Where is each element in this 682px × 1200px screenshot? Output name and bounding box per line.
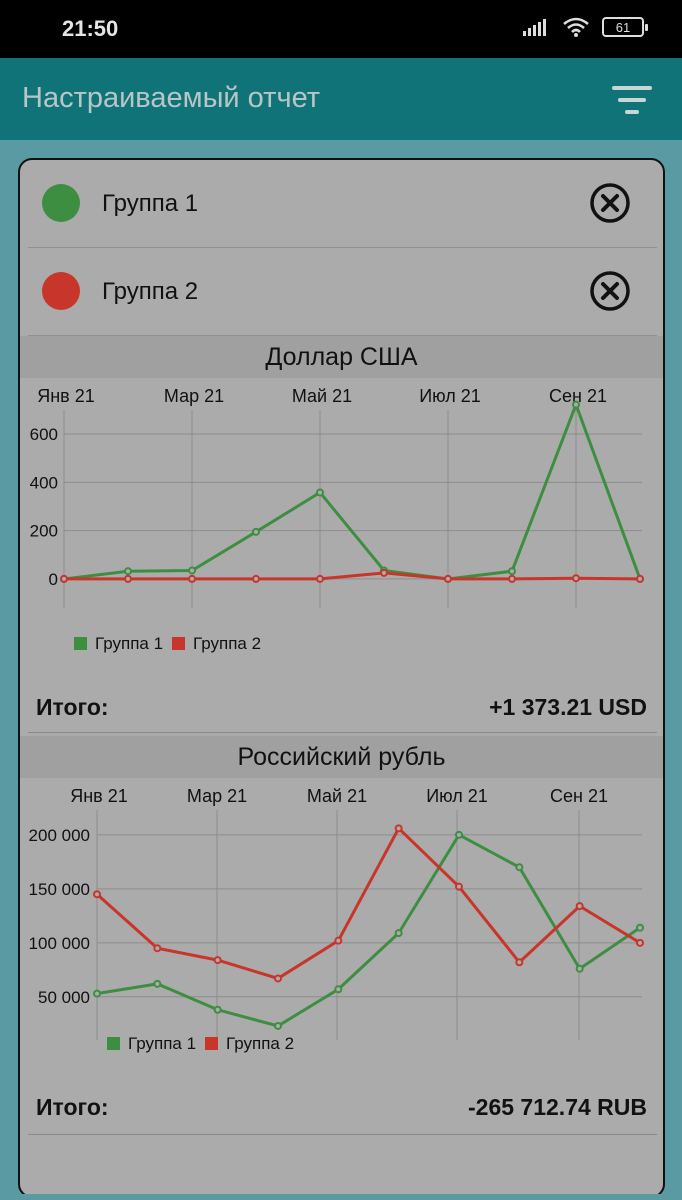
data-point: [444, 574, 452, 583]
data-point: [124, 567, 132, 576]
y-tick-label: 0: [49, 570, 58, 589]
data-point: [455, 882, 463, 891]
x-tick-label: Май 21: [307, 786, 367, 806]
x-tick-label: Сен 21: [550, 786, 608, 806]
data-point: [636, 923, 644, 932]
divider: [28, 732, 657, 733]
data-point: [334, 985, 343, 994]
group-row-1[interactable]: Группа 1: [28, 160, 657, 248]
app-bar: Настраиваемый отчет: [0, 58, 682, 140]
x-tick-label: Май 21: [292, 386, 352, 406]
data-point: [316, 574, 324, 583]
data-point: [153, 944, 162, 953]
y-tick-label: 600: [30, 425, 58, 444]
data-point: [575, 902, 584, 911]
y-tick-label: 100 000: [29, 934, 90, 953]
total-row-rub: Итого: -265 712.74 RUB: [36, 1094, 647, 1130]
battery-icon: 61: [602, 17, 648, 37]
legend-swatch: [172, 637, 185, 650]
data-point: [274, 974, 282, 983]
usd-line-chart: Янв 21 Мар 21 Май 21 Июл 21 Сен 210200400600…: [30, 386, 644, 653]
data-point: [394, 929, 403, 938]
total-row-usd: Итого: +1 373.21 USD: [36, 694, 647, 730]
group-label: Группа 2: [102, 278, 199, 305]
data-point: [394, 824, 403, 833]
legend-label: Группа 2: [226, 1034, 294, 1053]
status-bar: 21:50 61: [0, 0, 682, 58]
bottom-edge: [0, 1194, 682, 1200]
data-point: [124, 574, 132, 583]
report-card: Группа 1 Группа 2 Доллар США Янв 21 Мар 2…: [18, 158, 665, 1198]
total-value: -265 712.74 RUB: [468, 1094, 647, 1120]
legend-swatch: [74, 637, 87, 650]
data-point: [213, 1005, 222, 1014]
signal-icon: [523, 19, 546, 36]
total-label: Итого:: [36, 694, 109, 720]
data-point: [572, 574, 580, 583]
data-point: [316, 488, 324, 497]
x-tick-label: Июл 21: [419, 386, 481, 406]
x-tick-label: Мар 21: [187, 786, 247, 806]
y-tick-label: 50 000: [38, 988, 90, 1007]
data-point: [575, 964, 584, 973]
status-time: 21:50: [62, 16, 119, 41]
section-title-rub: Российский рубль: [20, 736, 663, 778]
data-point: [380, 568, 388, 577]
series-line: [63, 400, 642, 581]
wifi-icon: [563, 17, 589, 37]
legend-label: Группа 1: [95, 634, 163, 653]
total-value: +1 373.21 USD: [489, 694, 647, 720]
data-point: [508, 574, 516, 583]
legend-swatch: [205, 1037, 218, 1050]
data-point: [636, 574, 644, 583]
data-point: [213, 956, 222, 965]
data-point: [93, 890, 101, 899]
y-tick-label: 200: [30, 522, 58, 541]
group-row-2[interactable]: Группа 2: [28, 248, 657, 336]
data-point: [515, 863, 524, 872]
y-tick-label: 400: [30, 473, 58, 492]
x-tick-label: Мар 21: [164, 386, 224, 406]
group-color-dot: [42, 272, 80, 310]
close-icon[interactable]: [589, 270, 631, 312]
data-point: [636, 938, 644, 947]
divider: [28, 1134, 657, 1135]
data-point: [455, 830, 463, 839]
section-title-usd: Доллар США: [20, 336, 663, 378]
series-line: [95, 825, 641, 981]
x-tick-label: Янв 21: [70, 786, 128, 806]
status-icons: 61: [522, 16, 648, 38]
data-point: [153, 979, 162, 988]
page-title: Настраиваемый отчет: [22, 82, 321, 114]
close-icon[interactable]: [589, 182, 631, 224]
data-point: [60, 574, 68, 583]
legend-label: Группа 1: [128, 1034, 196, 1053]
filter-icon[interactable]: [612, 84, 652, 116]
data-point: [188, 566, 196, 575]
legend-swatch: [107, 1037, 120, 1050]
data-point: [515, 958, 524, 967]
x-tick-label: Июл 21: [426, 786, 488, 806]
data-point: [93, 989, 101, 998]
data-point: [334, 936, 343, 945]
group-color-dot: [42, 184, 80, 222]
rub-line-chart: Янв 21 Мар 21 Май 21 Июл 21 Сен 21 50 000 100 …: [29, 786, 644, 1053]
total-label: Итого:: [36, 1094, 109, 1120]
data-point: [252, 527, 260, 536]
data-point: [188, 574, 196, 583]
data-point: [274, 1021, 282, 1030]
series-line: [64, 571, 641, 581]
data-point: [572, 400, 580, 409]
y-tick-label: 200 000: [29, 826, 90, 845]
data-point: [252, 574, 260, 583]
data-point: [508, 567, 516, 576]
battery-level: 61: [615, 19, 631, 35]
group-label: Группа 1: [102, 190, 199, 217]
x-tick-label: Янв 21: [37, 386, 95, 406]
y-tick-label: 150 000: [29, 880, 90, 899]
legend-label: Группа 2: [193, 634, 261, 653]
